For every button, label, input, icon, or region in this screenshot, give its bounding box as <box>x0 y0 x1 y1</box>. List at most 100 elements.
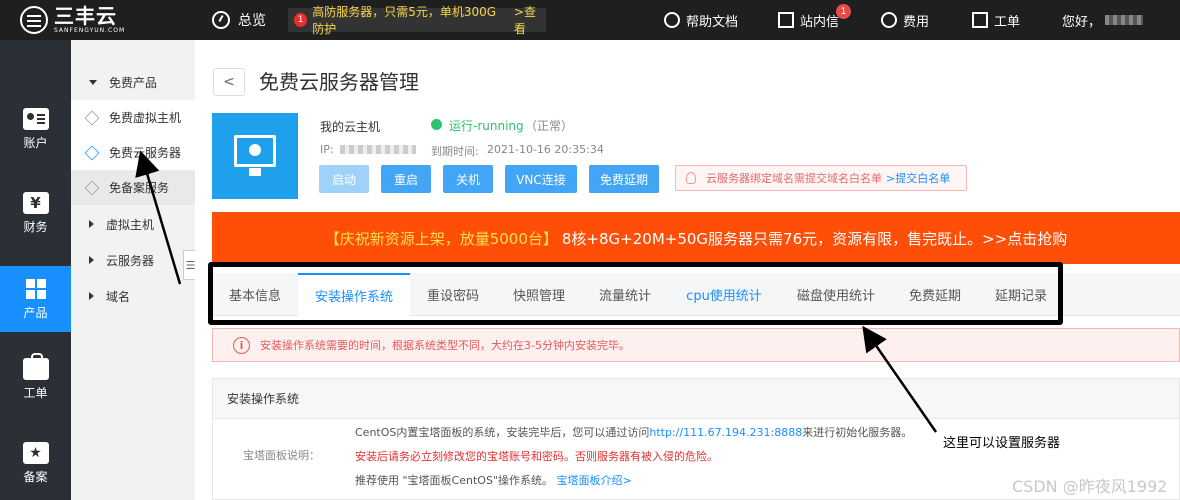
fees-label: 费用 <box>903 14 930 30</box>
messages-label: 站内信 <box>800 14 840 30</box>
promo-bar[interactable]: 1 高防服务器，只需5元，单机300G防护 >查看 <box>288 5 546 36</box>
grid-icon <box>23 278 49 300</box>
banner-highlight: 【庆祝新资源上架，放量5000台】 <box>324 229 558 248</box>
tickets-link[interactable]: 工单 <box>972 0 1020 40</box>
layers-icon <box>84 180 100 195</box>
page-title: 免费云服务器管理 <box>259 70 419 94</box>
star-icon <box>22 441 49 464</box>
install-alert-text: 安装操作系统需要的时间，根据系统类型不同，大约在3-5分钟内安装完毕。 <box>260 339 630 352</box>
dashboard-icon <box>212 11 230 29</box>
sidebar-item-tickets[interactable]: 工单 <box>0 346 71 412</box>
sidebar-item-filing[interactable]: 备案 <box>0 430 71 496</box>
sidebar-item-label: 财务 <box>23 219 48 234</box>
submenu-item-free-vhost[interactable]: 免费虚拟主机 <box>71 100 195 135</box>
main-content: < 免费云服务器管理 我的云主机 运行-running （正常） IP: 到期时… <box>195 40 1180 500</box>
free-extend-button[interactable]: 免费延期 <box>589 165 659 193</box>
watermark: CSDN @昨夜风1992 <box>1012 477 1168 496</box>
install-alert: i 安装操作系统需要的时间，根据系统类型不同，大约在3-5分钟内安装完毕。 <box>212 328 1180 362</box>
ticket-icon <box>972 12 988 28</box>
ip-label: IP: <box>320 143 334 156</box>
overview-label: 总览 <box>238 13 266 29</box>
fees-link[interactable]: 费用 <box>881 0 929 40</box>
start-button[interactable]: 启动 <box>319 165 369 193</box>
submenu-group-domain[interactable]: 域名 <box>71 276 195 316</box>
server-thumbnail <box>212 113 298 199</box>
submenu-group-label: 免费产品 <box>109 75 158 90</box>
main-sidebar: 账户 财务 产品 工单 备案 <box>0 40 71 500</box>
layers-icon <box>84 145 100 160</box>
promo-badge: 1 <box>294 13 308 27</box>
bag-icon <box>22 352 49 380</box>
bt-panel-warning: 安装后请务必立刻修改您的宝塔账号和密码。否则服务器有被入侵的危险。 <box>355 450 718 463</box>
bt-panel-line-1: CentOS内置宝塔面板的系统，安装完毕后，您可以通过访问http://111.… <box>355 424 912 440</box>
submit-whitelist-link[interactable]: >提交白名单 <box>886 170 950 186</box>
promo-text: 高防服务器，只需5元，单机300G防护 <box>312 5 497 36</box>
monitor-icon <box>234 135 276 176</box>
bt-panel-url-link[interactable]: http://111.67.194.231:8888 <box>649 426 802 439</box>
submenu-item-no-filing[interactable]: 免备案服务 <box>71 170 195 205</box>
panel-heading: 安装操作系统 <box>213 379 1179 419</box>
submenu-group-label: 域名 <box>106 289 131 304</box>
gear-icon <box>249 144 261 156</box>
submenu-group-label: 虚拟主机 <box>106 217 155 232</box>
lightbulb-icon <box>686 172 696 184</box>
vnc-connect-button[interactable]: VNC连接 <box>505 165 577 193</box>
logo[interactable]: 三丰云 SANFENGYUN.COM <box>0 0 195 40</box>
shutdown-button[interactable]: 关机 <box>443 165 493 193</box>
product-submenu: 免费产品 免费虚拟主机 免费云服务器 免备案服务 虚拟主机 云服务器 域名 <box>71 40 195 500</box>
sidebar-item-products[interactable]: 产品 <box>0 266 71 332</box>
status-dot-icon <box>431 119 442 130</box>
expire-value: 2021-10-16 20:35:34 <box>487 143 604 156</box>
sidebar-item-label: 工单 <box>23 385 48 400</box>
bt-panel-intro-link[interactable]: 宝塔面板介绍> <box>557 474 632 487</box>
sidebar-item-label: 账户 <box>23 135 48 150</box>
info-icon: i <box>233 336 250 354</box>
yen-circle-icon <box>881 12 897 28</box>
submenu-item-label: 免费虚拟主机 <box>109 111 182 125</box>
promo-banner[interactable]: 【庆祝新资源上架，放量5000台】 8核+8G+20M+50G服务器只需76元，… <box>212 212 1180 264</box>
bt-panel-line-3: 推荐使用 "宝塔面板CentOS"操作系统。 宝塔面板介绍> <box>355 472 632 488</box>
sidebar-item-label: 产品 <box>23 305 48 320</box>
user-menu[interactable]: 您好， <box>1062 0 1144 40</box>
messages-link[interactable]: 站内信 1 <box>778 0 851 40</box>
promo-link[interactable]: >查看 <box>514 3 546 37</box>
line-text: CentOS内置宝塔面板的系统，安装完毕后，您可以通过访问 <box>355 426 650 439</box>
sidebar-item-label: 备案 <box>23 469 48 484</box>
back-button[interactable]: < <box>213 68 245 96</box>
yen-icon <box>22 191 49 214</box>
whitelist-notice: 云服务器绑定域名需提交域名白名单 >提交白名单 <box>675 165 967 191</box>
annotation-frame <box>208 262 1063 325</box>
logo-icon <box>20 6 48 34</box>
annotation-text: 这里可以设置服务器 <box>943 436 1061 451</box>
top-bar: 三丰云 SANFENGYUN.COM 总览 1 高防服务器，只需5元，单机300… <box>0 0 1180 40</box>
whitelist-notice-text: 云服务器绑定域名需提交域名白名单 <box>706 172 882 185</box>
logo-domain: SANFENGYUN.COM <box>54 27 126 34</box>
help-icon <box>664 12 680 28</box>
banner-text: 8核+8G+20M+50G服务器只需76元，资源有限，售完既止。>>点击抢购 <box>561 229 1068 248</box>
submenu-group-label: 云服务器 <box>106 253 155 268</box>
caret-right-icon <box>89 220 94 228</box>
expire-label: 到期时间: <box>431 145 479 158</box>
help-label: 帮助文档 <box>686 14 739 30</box>
overview-link[interactable]: 总览 <box>212 0 266 40</box>
bt-panel-label: 宝塔面板说明： <box>243 449 320 462</box>
messages-count-badge: 1 <box>836 4 851 19</box>
submenu-group-cloud-server[interactable]: 云服务器 <box>71 240 195 280</box>
submenu-group-free[interactable]: 免费产品 <box>71 62 195 102</box>
help-docs-link[interactable]: 帮助文档 <box>664 0 738 40</box>
server-name: 我的云主机 <box>320 120 381 134</box>
ip-redacted <box>340 145 416 154</box>
submenu-item-label: 免备案服务 <box>109 181 170 195</box>
mail-icon <box>778 12 794 28</box>
sidebar-item-account[interactable]: 账户 <box>0 96 71 162</box>
restart-button[interactable]: 重启 <box>381 165 431 193</box>
greeting: 您好， <box>1062 14 1102 30</box>
tickets-label: 工单 <box>994 14 1021 30</box>
submenu-group-vhost[interactable]: 虚拟主机 <box>71 204 195 244</box>
line-text: 来进行初始化服务器。 <box>802 426 913 439</box>
sidebar-item-finance[interactable]: 财务 <box>0 180 71 246</box>
submenu-item-free-cloud-server[interactable]: 免费云服务器 <box>71 135 195 170</box>
user-card-icon <box>22 107 49 130</box>
line-text: 推荐使用 "宝塔面板CentOS"操作系统。 <box>355 474 553 487</box>
logo-text: 三丰云 <box>54 4 117 28</box>
